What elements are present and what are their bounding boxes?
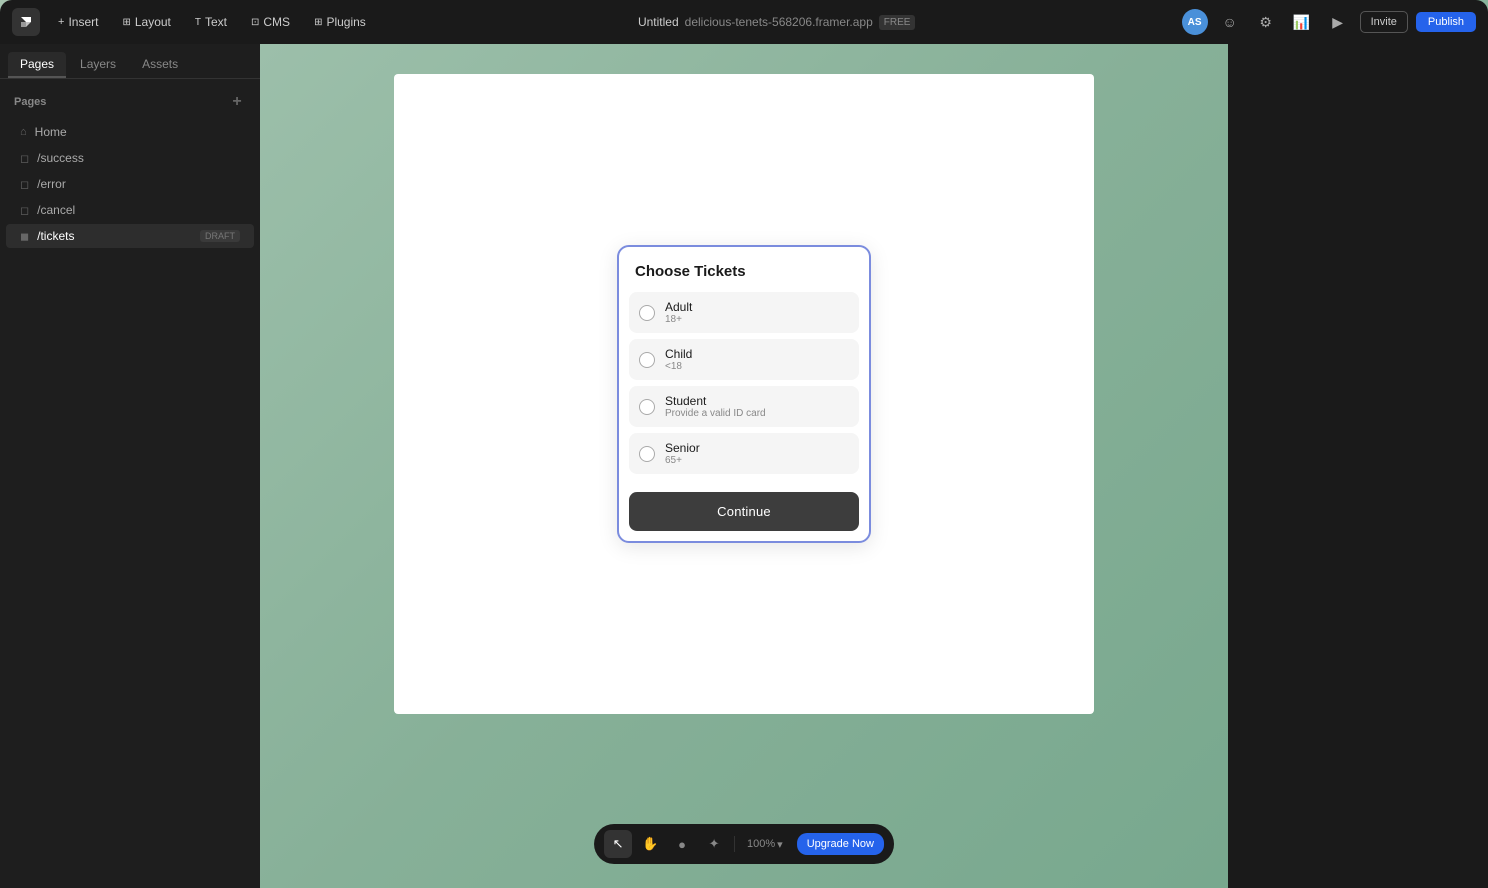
layout-icon: ⊞ — [122, 17, 130, 28]
zoom-control[interactable]: 100% ▾ — [741, 838, 789, 851]
toolbar-divider — [734, 836, 735, 852]
radio-senior[interactable] — [639, 446, 655, 462]
sidebar-item-home[interactable]: ⌂ Home — [6, 120, 254, 144]
project-name: Untitled — [638, 15, 679, 29]
pages-section-title: Pages — [14, 96, 46, 108]
page-icon: ◻ — [20, 178, 29, 191]
sidebar-item-success[interactable]: ◻ /success — [6, 146, 254, 170]
option-adult[interactable]: Adult 18+ — [629, 292, 859, 333]
child-desc: <18 — [665, 361, 692, 372]
main-area: Pages Layers Assets Pages + ⌂ Home ◻ /su… — [0, 44, 1488, 888]
plugins-label: Plugins — [326, 15, 365, 29]
plugins-icon: ⊞ — [314, 17, 322, 28]
framer-logo-button[interactable] — [12, 8, 40, 36]
radio-child[interactable] — [639, 352, 655, 368]
cursor-tool-button[interactable]: ↖ — [604, 830, 632, 858]
pages-section-header: Pages + — [0, 79, 260, 119]
hand-tool-button[interactable]: ✋ — [636, 830, 664, 858]
text-icon: T — [195, 17, 201, 28]
student-desc: Provide a valid ID card — [665, 408, 766, 419]
modal-title: Choose Tickets — [619, 247, 869, 292]
radio-adult[interactable] — [639, 305, 655, 321]
senior-name: Senior — [665, 441, 700, 455]
invite-button[interactable]: Invite — [1360, 11, 1408, 33]
zoom-level: 100% — [747, 838, 775, 850]
option-child-text: Child <18 — [665, 347, 692, 372]
project-url: delicious-tenets-568206.framer.app — [685, 15, 873, 29]
plus-icon: + — [58, 16, 64, 28]
cms-menu[interactable]: ⊡ CMS — [245, 11, 296, 33]
option-adult-text: Adult 18+ — [665, 300, 692, 325]
continue-button[interactable]: Continue — [629, 492, 859, 531]
sidebar: Pages Layers Assets Pages + ⌂ Home ◻ /su… — [0, 44, 260, 888]
add-page-button[interactable]: + — [228, 93, 246, 111]
zoom-chevron-icon: ▾ — [777, 838, 783, 851]
adult-desc: 18+ — [665, 314, 692, 325]
draft-badge: DRAFT — [200, 230, 240, 242]
radio-student[interactable] — [639, 399, 655, 415]
plugins-menu[interactable]: ⊞ Plugins — [308, 11, 372, 33]
page-tickets-label: /tickets — [37, 229, 192, 243]
option-child[interactable]: Child <18 — [629, 339, 859, 380]
ticket-modal: Choose Tickets Adult 18+ Child <18 — [617, 245, 871, 543]
settings-icon[interactable]: ⚙ — [1252, 8, 1280, 36]
text-label: Text — [205, 15, 227, 29]
page-success-label: /success — [37, 151, 240, 165]
page-icon: ◼ — [20, 230, 29, 243]
insert-label: Insert — [68, 15, 98, 29]
tab-assets[interactable]: Assets — [130, 52, 190, 78]
adult-name: Adult — [665, 300, 692, 314]
option-student[interactable]: Student Provide a valid ID card — [629, 386, 859, 427]
home-icon: ⌂ — [20, 126, 27, 138]
sidebar-item-cancel[interactable]: ◻ /cancel — [6, 198, 254, 222]
topbar: + Insert ⊞ Layout T Text ⊡ CMS ⊞ Plugins… — [0, 0, 1488, 44]
layout-menu[interactable]: ⊞ Layout — [116, 11, 176, 33]
child-name: Child — [665, 347, 692, 361]
cms-icon: ⊡ — [251, 17, 259, 28]
preview-icon[interactable]: ▶ — [1324, 8, 1352, 36]
right-panel — [1228, 44, 1488, 888]
modal-footer: Continue — [619, 484, 869, 541]
option-senior[interactable]: Senior 65+ — [629, 433, 859, 474]
sidebar-tabs: Pages Layers Assets — [0, 44, 260, 79]
light-tool-button[interactable]: ✦ — [700, 830, 728, 858]
canvas-page: Choose Tickets Adult 18+ Child <18 — [394, 74, 1094, 714]
cms-label: CMS — [263, 15, 290, 29]
insert-menu[interactable]: + Insert — [52, 11, 104, 33]
page-cancel-label: /cancel — [37, 203, 240, 217]
shape-tool-button[interactable]: ● — [668, 830, 696, 858]
tab-layers[interactable]: Layers — [68, 52, 128, 78]
option-senior-text: Senior 65+ — [665, 441, 700, 466]
page-icon: ◻ — [20, 204, 29, 217]
analytics-icon[interactable]: 📊 — [1288, 8, 1316, 36]
sidebar-item-tickets[interactable]: ◼ /tickets DRAFT — [6, 224, 254, 248]
page-error-label: /error — [37, 177, 240, 191]
publish-button[interactable]: Publish — [1416, 12, 1476, 32]
layout-label: Layout — [135, 15, 171, 29]
student-name: Student — [665, 394, 766, 408]
topbar-right: AS ☺ ⚙ 📊 ▶ Invite Publish — [1182, 8, 1476, 36]
plan-badge: FREE — [879, 15, 916, 30]
bottom-toolbar: ↖ ✋ ● ✦ 100% ▾ Upgrade Now — [594, 824, 894, 864]
senior-desc: 65+ — [665, 455, 700, 466]
page-icon: ◻ — [20, 152, 29, 165]
canvas-area[interactable]: Choose Tickets Adult 18+ Child <18 — [260, 44, 1228, 888]
page-home-label: Home — [35, 125, 240, 139]
tab-pages[interactable]: Pages — [8, 52, 66, 78]
upgrade-button[interactable]: Upgrade Now — [797, 833, 884, 855]
option-student-text: Student Provide a valid ID card — [665, 394, 766, 419]
emoji-icon[interactable]: ☺ — [1216, 8, 1244, 36]
user-avatar[interactable]: AS — [1182, 9, 1208, 35]
topbar-center: Untitled delicious-tenets-568206.framer.… — [388, 15, 1166, 30]
topbar-left: + Insert ⊞ Layout T Text ⊡ CMS ⊞ Plugins — [12, 8, 372, 36]
text-menu[interactable]: T Text — [189, 11, 233, 33]
sidebar-item-error[interactable]: ◻ /error — [6, 172, 254, 196]
modal-options: Adult 18+ Child <18 — [619, 292, 869, 484]
